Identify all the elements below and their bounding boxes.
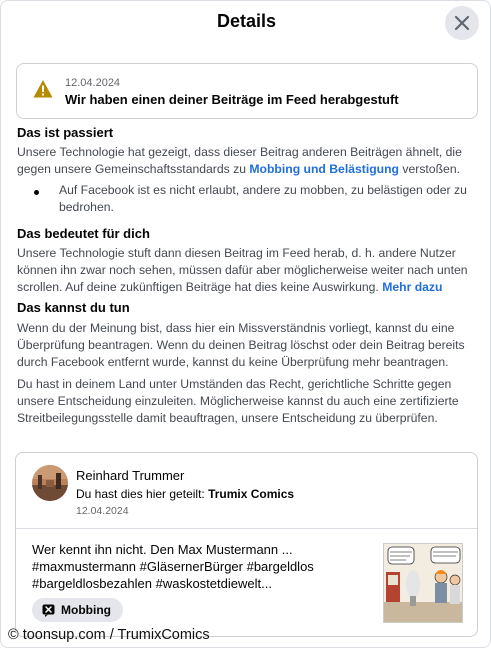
- learn-more-link[interactable]: Mehr dazu: [382, 280, 442, 294]
- avatar-image: [32, 465, 68, 501]
- tag-label: Mobbing: [61, 603, 111, 617]
- section-heading: Das ist passiert: [17, 125, 114, 140]
- avatar[interactable]: [32, 465, 68, 501]
- section-paragraph: Du hast in deinem Land unter Umständen d…: [17, 377, 459, 425]
- section-text: Unsere Technologie stuft dann diesen Bei…: [17, 245, 477, 296]
- close-button[interactable]: [445, 6, 479, 40]
- comic-thumbnail-image: [384, 544, 462, 622]
- post-card[interactable]: Reinhard Trummer Du hast dies hier getei…: [15, 452, 478, 637]
- alert-message: Wir haben einen deiner Beiträge im Feed …: [65, 92, 399, 107]
- post-header: Reinhard Trummer Du hast dies hier getei…: [16, 453, 477, 529]
- close-icon: [454, 15, 470, 31]
- mobbing-tag[interactable]: Mobbing: [32, 598, 123, 622]
- section-text: Unsere Technologie hat gezeigt, dass die…: [17, 144, 477, 178]
- section-what-you-can-do: Das kannst du tun Wenn du der Meinung bi…: [17, 300, 477, 427]
- section-what-it-means: Das bedeutet für dich Unsere Technologie…: [17, 226, 477, 296]
- section-what-happened: Das ist passiert Unsere Technologie hat …: [17, 125, 477, 178]
- post-author[interactable]: Reinhard Trummer: [76, 468, 184, 483]
- shared-info: Du hast dies hier geteilt: Trumix Comics: [76, 487, 294, 501]
- report-icon: [42, 604, 55, 617]
- bullet-dot: [34, 190, 39, 195]
- alert-date: 12.04.2024: [65, 77, 121, 89]
- shared-prefix: Du hast dies hier geteilt:: [76, 487, 209, 501]
- dialog-header: Details: [1, 1, 491, 43]
- watermark: © toonsup.com / TrumixComics: [8, 627, 210, 643]
- policy-link[interactable]: Mobbing und Belästigung: [249, 162, 399, 176]
- section-heading: Das kannst du tun: [17, 300, 130, 315]
- post-date: 12.04.2024: [76, 505, 129, 517]
- bullet-text: Auf Facebook ist es nicht erlaubt, ander…: [59, 183, 467, 214]
- section-heading: Das bedeutet für dich: [17, 226, 150, 241]
- post-text: Wer kennt ihn nicht. Den Max Mustermann …: [32, 542, 314, 591]
- dialog-title: Details: [216, 11, 277, 31]
- details-dialog: Details 12.04.2024 Wir haben einen deine…: [0, 0, 491, 648]
- downgrade-alert: 12.04.2024 Wir haben einen deiner Beiträ…: [16, 63, 478, 119]
- shared-page[interactable]: Trumix Comics: [208, 487, 294, 501]
- section-text-part: verstoßen.: [399, 162, 460, 176]
- section-paragraph: Wenn du der Meinung bist, dass hier ein …: [17, 321, 465, 369]
- warning-icon: [33, 80, 53, 98]
- post-thumbnail[interactable]: [383, 543, 463, 623]
